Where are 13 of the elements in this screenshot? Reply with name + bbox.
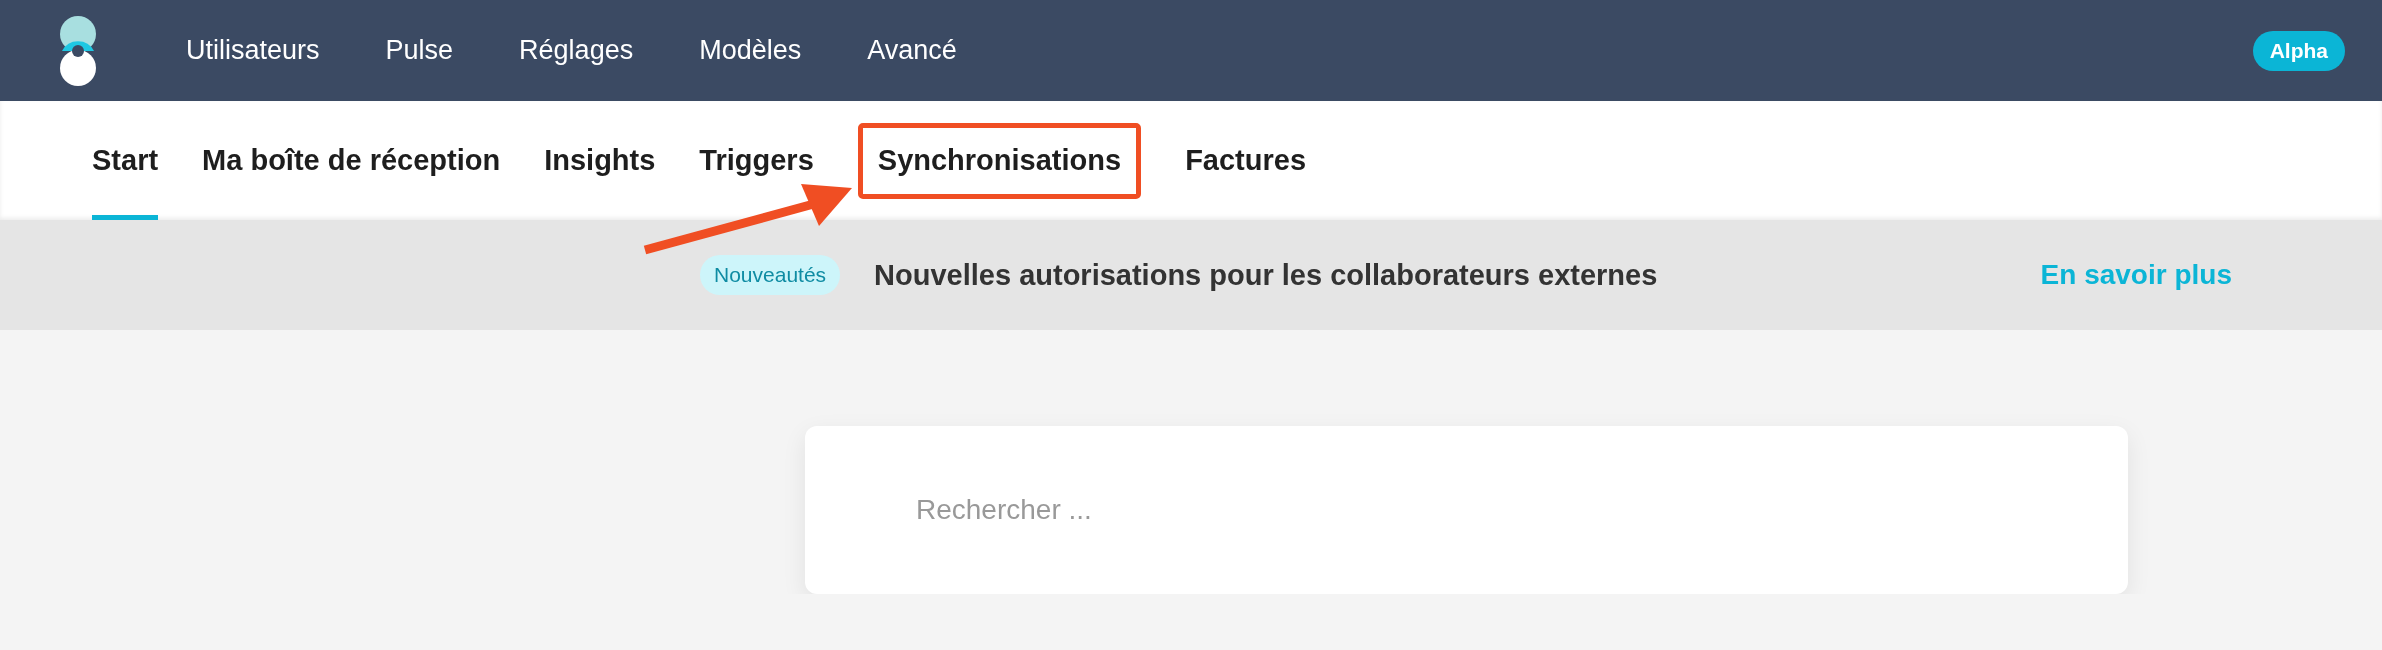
tab[interactable]: Insights: [544, 144, 656, 177]
tab[interactable]: Factures: [1185, 144, 1306, 177]
search-field[interactable]: Rechercher ...: [805, 426, 2128, 594]
nav-link[interactable]: Réglages: [519, 35, 634, 66]
tab[interactable]: Triggers: [699, 144, 814, 177]
nav-link[interactable]: Pulse: [385, 35, 454, 66]
news-tag: Nouveautés: [700, 255, 841, 295]
nav-link[interactable]: Modèles: [699, 35, 802, 66]
alpha-badge: Alpha: [2252, 30, 2345, 71]
nav-link[interactable]: Utilisateurs: [186, 35, 320, 66]
banner-message: Nouvelles autorisations pour les collaborateurs externes: [874, 258, 1659, 292]
tab[interactable]: Ma boîte de réception: [202, 144, 501, 177]
nav-link[interactable]: Avancé: [867, 35, 957, 66]
